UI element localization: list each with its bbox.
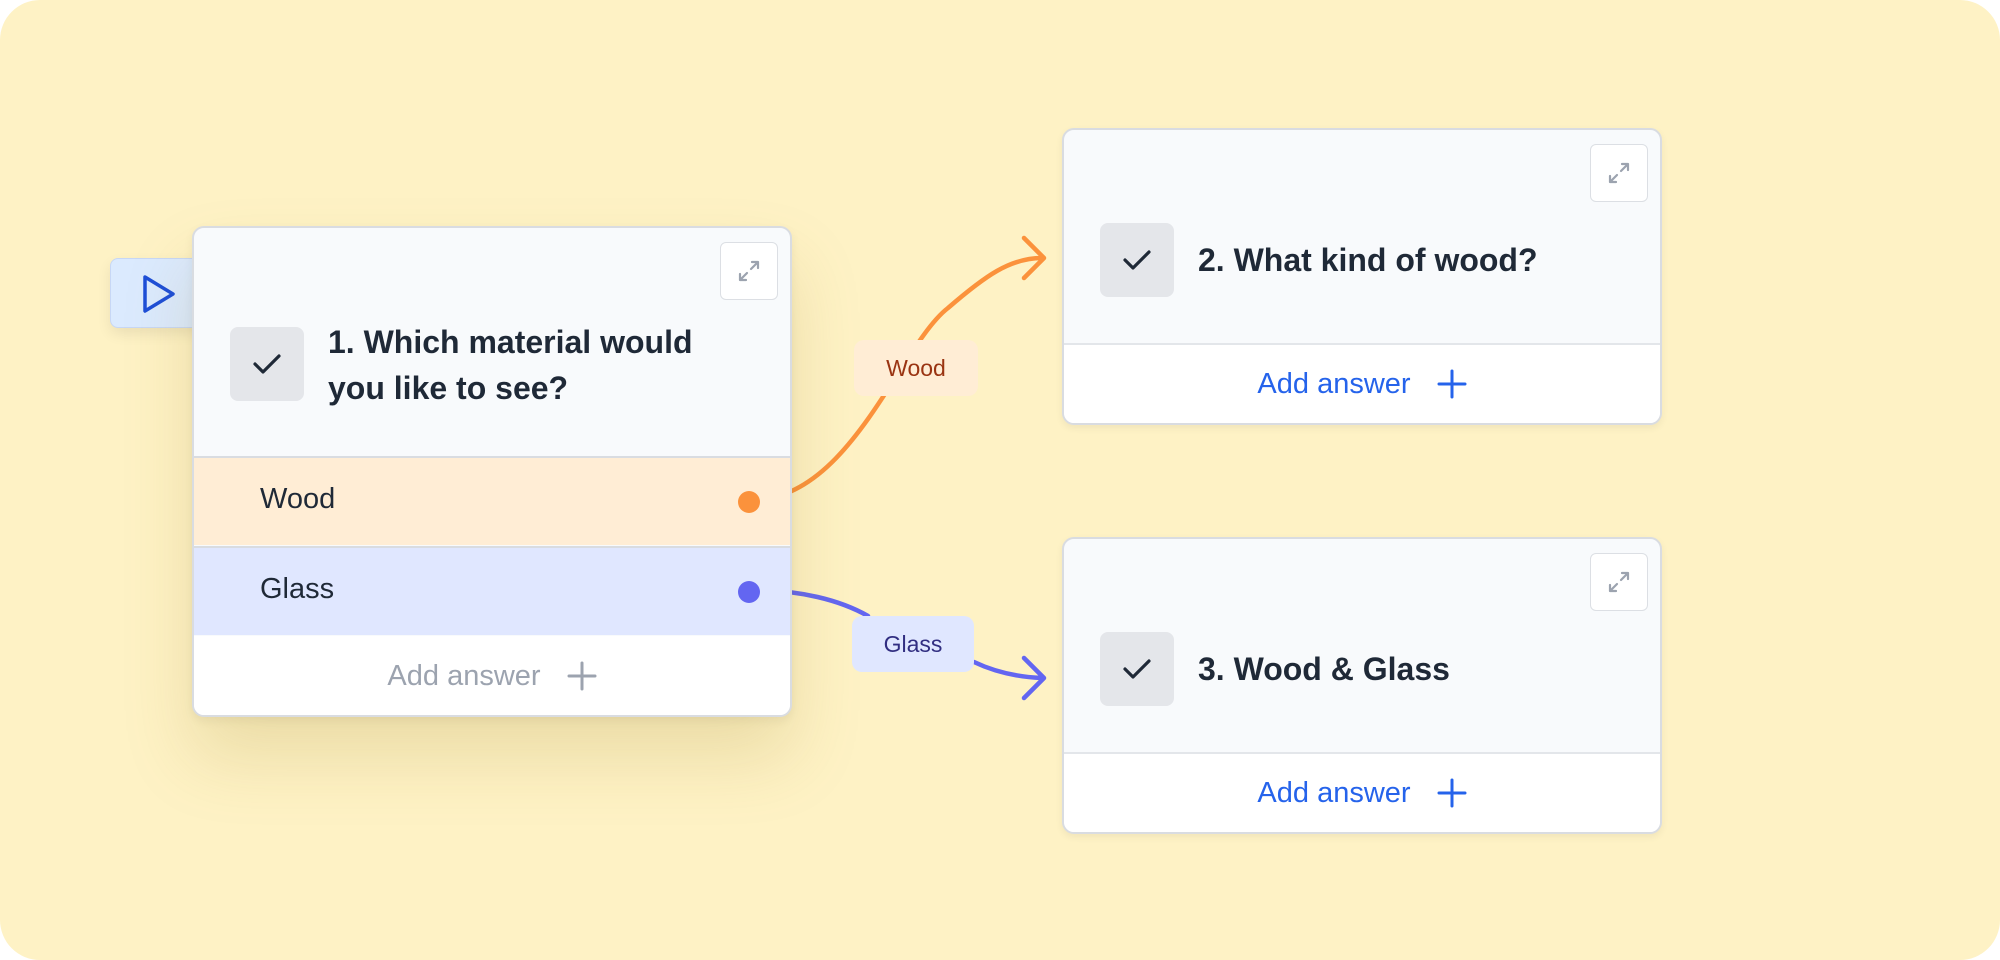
question-title: 2. What kind of wood? (1198, 242, 1538, 278)
question-type-checkbox[interactable] (1100, 632, 1174, 706)
check-icon (1123, 250, 1151, 270)
answer-option-glass[interactable]: Glass (194, 546, 790, 635)
connection-label-glass[interactable]: Glass (852, 616, 974, 672)
start-node-tab[interactable] (110, 258, 202, 328)
expand-button[interactable] (1590, 553, 1648, 611)
question-title: 1. Which material would you like to see? (328, 324, 693, 406)
connection-label-wood[interactable]: Wood (854, 340, 978, 396)
add-answer-label: Add answer (1257, 367, 1411, 400)
question-card-1[interactable]: 1. Which material would you like to see?… (192, 226, 792, 717)
question-type-checkbox[interactable] (1100, 223, 1174, 297)
add-answer-button[interactable]: Add answer (1064, 343, 1660, 423)
connection-handle[interactable] (738, 581, 760, 603)
expand-button[interactable] (720, 242, 778, 300)
check-icon (253, 354, 281, 374)
question-title: 3. Wood & Glass (1198, 651, 1450, 687)
add-answer-button[interactable]: Add answer (1064, 752, 1660, 832)
check-icon (1123, 659, 1151, 679)
flow-canvas: 1. Which material would you like to see?… (0, 0, 2000, 960)
question-type-checkbox[interactable] (230, 327, 304, 401)
add-answer-label: Add answer (387, 659, 541, 692)
plus-icon (1437, 369, 1467, 399)
question-card-2[interactable]: 2. What kind of wood? Add answer (1062, 128, 1662, 425)
plus-icon (1437, 778, 1467, 808)
add-answer-label: Add answer (1257, 776, 1411, 809)
expand-button[interactable] (1590, 144, 1648, 202)
question-card-3[interactable]: 3. Wood & Glass Add answer (1062, 537, 1662, 834)
expand-icon (1608, 571, 1630, 593)
answer-option-wood[interactable]: Wood (194, 456, 790, 545)
play-icon (143, 275, 175, 313)
expand-icon (1608, 162, 1630, 184)
expand-icon (738, 260, 760, 282)
answer-label: Wood (260, 483, 336, 515)
add-answer-button[interactable]: Add answer (194, 636, 790, 715)
connection-handle[interactable] (738, 491, 760, 513)
answer-label: Glass (260, 573, 335, 605)
plus-icon (567, 661, 597, 691)
